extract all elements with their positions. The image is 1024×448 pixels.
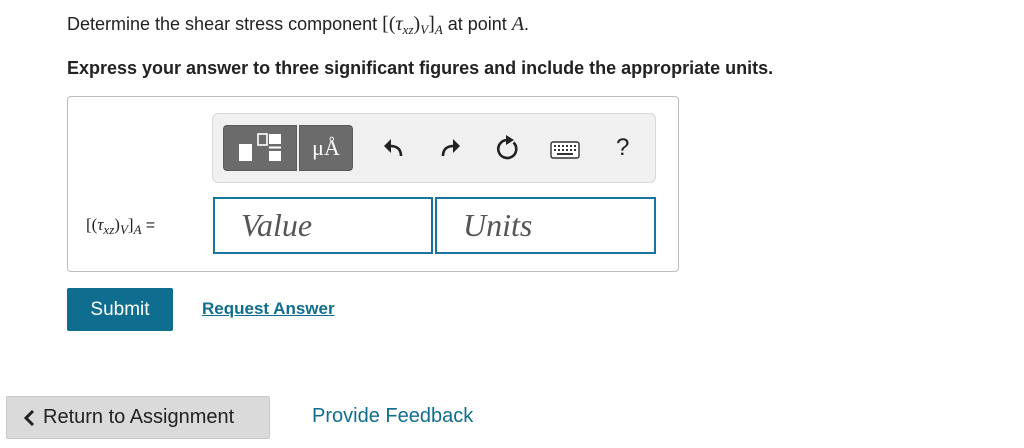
return-to-assignment-button[interactable]: Return to Assignment: [6, 396, 270, 439]
undo-button[interactable]: [381, 135, 405, 166]
templates-icon: [239, 133, 281, 161]
reset-icon: [497, 135, 518, 160]
redo-icon: [441, 139, 460, 157]
units-button-label: μÅ: [312, 135, 340, 160]
question-prompt: Determine the shear stress component [(τ…: [67, 10, 529, 38]
point-label: A: [511, 13, 525, 35]
request-answer-link[interactable]: Request Answer: [202, 299, 335, 319]
units-input[interactable]: [435, 197, 656, 254]
templates-button[interactable]: [223, 125, 297, 171]
return-label: Return to Assignment: [43, 406, 235, 428]
prompt-period: .: [524, 14, 530, 34]
prompt-text: Determine the shear stress component: [67, 14, 378, 34]
answer-box: μÅ ? [(τxz)V]A = Value Units: [67, 96, 679, 272]
submit-button[interactable]: Submit: [67, 288, 173, 331]
keyboard-button[interactable]: [550, 141, 580, 164]
provide-feedback-link[interactable]: Provide Feedback: [312, 405, 473, 428]
units-button[interactable]: μÅ: [299, 125, 353, 171]
help-button[interactable]: ?: [616, 134, 629, 162]
math-toolbar: μÅ ?: [212, 113, 656, 183]
keyboard-icon: [550, 141, 580, 159]
reset-button[interactable]: [493, 133, 521, 168]
shear-stress-symbol: [(τxz)V]A: [382, 13, 443, 37]
instruction-text: Express your answer to three significant…: [67, 58, 774, 78]
answer-label-symbol: [(τxz)V]A: [86, 215, 142, 237]
value-input[interactable]: [213, 197, 433, 254]
prompt-text-post: at point: [447, 14, 507, 34]
redo-button[interactable]: [439, 135, 463, 166]
undo-icon: [384, 139, 403, 157]
answer-label: [(τxz)V]A =: [86, 215, 156, 237]
help-icon: ?: [616, 134, 630, 161]
answer-label-equals: =: [145, 217, 156, 234]
chevron-left-icon: [23, 409, 35, 427]
